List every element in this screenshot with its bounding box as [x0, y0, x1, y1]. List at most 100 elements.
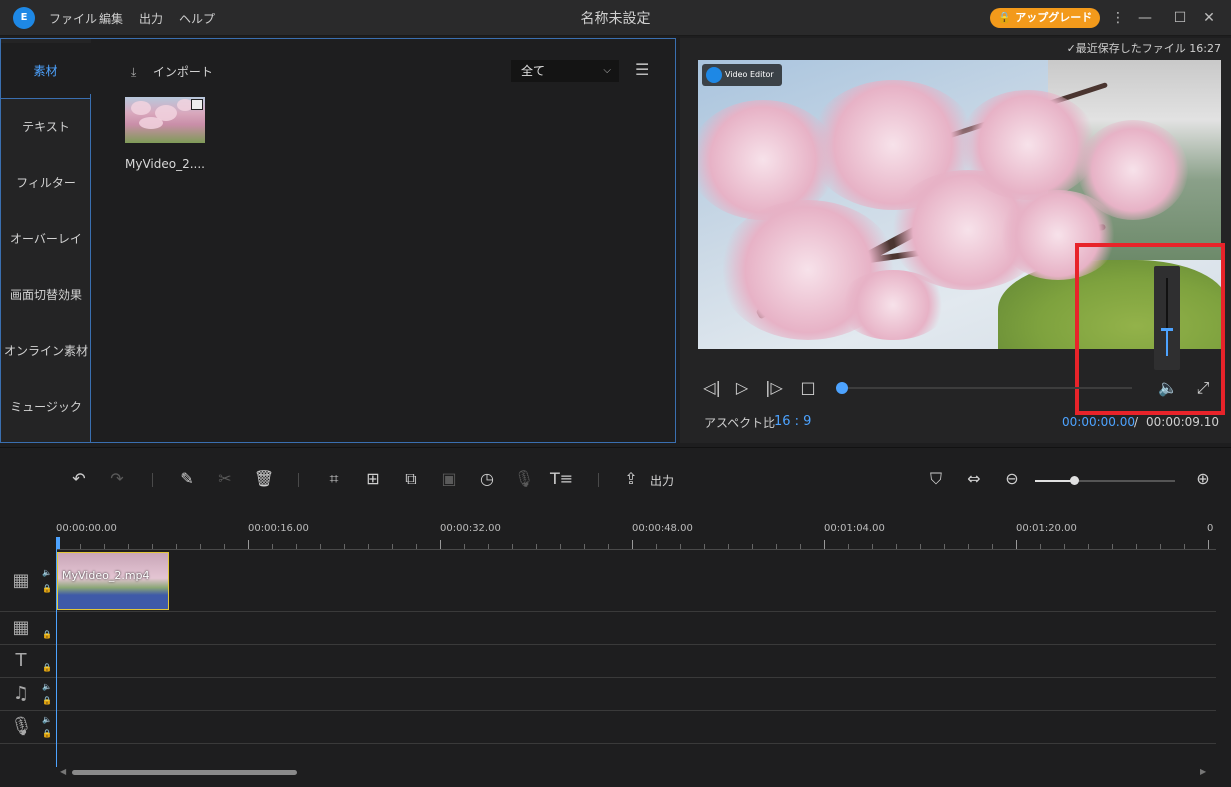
- list-view-icon[interactable]: ☰: [635, 61, 653, 79]
- playhead[interactable]: [56, 537, 60, 549]
- speed-icon[interactable]: ◷: [476, 468, 498, 490]
- lock-icon[interactable]: 🔒: [42, 663, 52, 673]
- volume-icon[interactable]: 🔈: [1158, 378, 1178, 398]
- tab-filter[interactable]: フィルター: [1, 155, 91, 211]
- close-icon[interactable]: ✕: [1200, 8, 1218, 28]
- ruler-tick: [512, 544, 513, 549]
- timeline-clip[interactable]: MyVideo_2.mp4: [57, 552, 169, 610]
- aspect-ratio-value[interactable]: 16 : 9: [774, 414, 811, 429]
- zoom-thumb[interactable]: [1070, 476, 1080, 485]
- seek-thumb[interactable]: [836, 382, 848, 394]
- media-item-name: MyVideo_2....: [125, 157, 205, 171]
- ruler-tick: [944, 544, 945, 549]
- timeline-scrollbar[interactable]: [72, 770, 297, 775]
- menu-edit[interactable]: 編集: [99, 10, 123, 27]
- prev-frame-icon[interactable]: ◁|: [702, 378, 722, 398]
- ruler-tick: [992, 544, 993, 549]
- media-panel: 素材 テキスト フィルター オーバーレイ 画面切替効果 オンライン素材 ミュージ…: [0, 38, 676, 443]
- tab-media[interactable]: 素材: [1, 43, 91, 99]
- film-strip-icon: ▦: [12, 570, 30, 591]
- import-icon: ⤓: [131, 65, 137, 79]
- timeline-ruler[interactable]: 00:00:00.00 00:00:16.00 00:00:32.00 00:0…: [56, 520, 1216, 550]
- ruler-tick: [392, 544, 393, 549]
- resize-icon[interactable]: ⊞: [362, 468, 384, 490]
- ruler-tick: [728, 544, 729, 549]
- ruler-tick: [968, 544, 969, 549]
- ruler-tick: [752, 544, 753, 549]
- ruler-tick: [224, 544, 225, 549]
- text-icon: T: [15, 650, 27, 671]
- tab-text[interactable]: テキスト: [1, 99, 91, 155]
- chevron-down-icon: ⌵: [603, 65, 611, 76]
- delete-icon[interactable]: 🗑: [253, 468, 275, 490]
- ruler-tick: [1112, 544, 1113, 549]
- freeze-frame-icon[interactable]: ▣: [438, 468, 460, 490]
- ruler-tick: [584, 544, 585, 549]
- title-bar: E ファイル 編集 出力 ヘルプ 名称未設定 🔒 アップグレード ⋮ — ☐ ✕: [0, 0, 1231, 36]
- ruler-tick: [200, 544, 201, 549]
- import-button[interactable]: ⤓ インポート: [131, 63, 213, 83]
- ruler-label: 00:00:48.00: [632, 523, 693, 534]
- menu-export[interactable]: 出力: [139, 10, 163, 27]
- lock-icon[interactable]: 🔒: [42, 696, 52, 706]
- tab-transition[interactable]: 画面切替効果: [1, 267, 91, 323]
- mute-icon[interactable]: 🔈: [42, 568, 52, 578]
- menu-file[interactable]: ファイル: [49, 10, 97, 27]
- minimize-icon[interactable]: —: [1136, 8, 1154, 28]
- scroll-right-icon[interactable]: ▶: [1200, 767, 1206, 776]
- edit-icon[interactable]: ✎: [176, 468, 198, 490]
- lock-icon[interactable]: 🔒: [42, 584, 52, 594]
- zoom-in-icon[interactable]: ⊕: [1192, 468, 1214, 490]
- ruler-tick: [1016, 540, 1017, 549]
- ruler-tick: [800, 544, 801, 549]
- export-button[interactable]: 出力: [650, 472, 674, 489]
- media-thumbnail[interactable]: [125, 97, 205, 143]
- more-options-icon[interactable]: ⋮: [1109, 8, 1127, 28]
- ruler-tick: [608, 544, 609, 549]
- scroll-left-icon[interactable]: ◀: [60, 767, 66, 776]
- last-saved-label: ✓最近保存したファイル 16:27: [1066, 42, 1221, 55]
- ruler-tick: [1184, 544, 1185, 549]
- ruler-tick: [488, 544, 489, 549]
- ruler-tick: [680, 544, 681, 549]
- mute-icon[interactable]: 🔈: [42, 682, 52, 692]
- ruler-tick: [104, 544, 105, 549]
- time-separator: /: [1134, 415, 1139, 429]
- next-frame-icon[interactable]: |▷: [764, 378, 784, 398]
- preview-panel: ✓最近保存したファイル 16:27 Video Editor ◁| ▷ |▷ □…: [680, 38, 1231, 443]
- mute-icon[interactable]: 🔈: [42, 715, 52, 725]
- maximize-icon[interactable]: ☐: [1171, 8, 1189, 28]
- ruler-tick: [872, 544, 873, 549]
- crop-icon[interactable]: ⌗: [323, 468, 345, 490]
- lock-icon[interactable]: 🔒: [42, 630, 52, 640]
- cut-icon[interactable]: ✂: [214, 468, 236, 490]
- lock-icon[interactable]: 🔒: [42, 729, 52, 739]
- media-filter-select[interactable]: 全て ⌵: [511, 60, 619, 82]
- ruler-tick: [416, 544, 417, 549]
- stop-icon[interactable]: □: [798, 378, 818, 398]
- upgrade-button[interactable]: 🔒 アップグレード: [990, 8, 1100, 28]
- mosaic-icon[interactable]: ⧉: [400, 468, 422, 490]
- redo-icon[interactable]: ↷: [106, 468, 128, 490]
- seek-bar[interactable]: [840, 387, 1132, 389]
- tab-music[interactable]: ミュージック: [1, 379, 91, 435]
- ruler-tick: [920, 544, 921, 549]
- undo-icon[interactable]: ↶: [68, 468, 90, 490]
- fullscreen-icon[interactable]: ⤢: [1193, 378, 1213, 398]
- menu-help[interactable]: ヘルプ: [179, 10, 215, 27]
- play-icon[interactable]: ▷: [732, 378, 752, 398]
- export-icon[interactable]: ⇪: [620, 468, 642, 490]
- marker-icon[interactable]: ⛉: [925, 468, 947, 490]
- tab-online-media[interactable]: オンライン素材: [1, 323, 91, 379]
- track-overlay: ▦ 🔒: [0, 612, 1216, 645]
- tab-overlay[interactable]: オーバーレイ: [1, 211, 91, 267]
- ruler-label: 00:00:32.00: [440, 523, 501, 534]
- ruler-tick: [1088, 544, 1089, 549]
- playhead-line: [56, 549, 57, 767]
- ruler-tick: [656, 544, 657, 549]
- fit-timeline-icon[interactable]: ⇔: [963, 468, 985, 490]
- text-to-speech-icon[interactable]: T≡: [550, 468, 573, 490]
- zoom-out-icon[interactable]: ⊖: [1001, 468, 1023, 490]
- ruler-tick: [464, 544, 465, 549]
- microphone-icon[interactable]: 🎙: [513, 468, 535, 490]
